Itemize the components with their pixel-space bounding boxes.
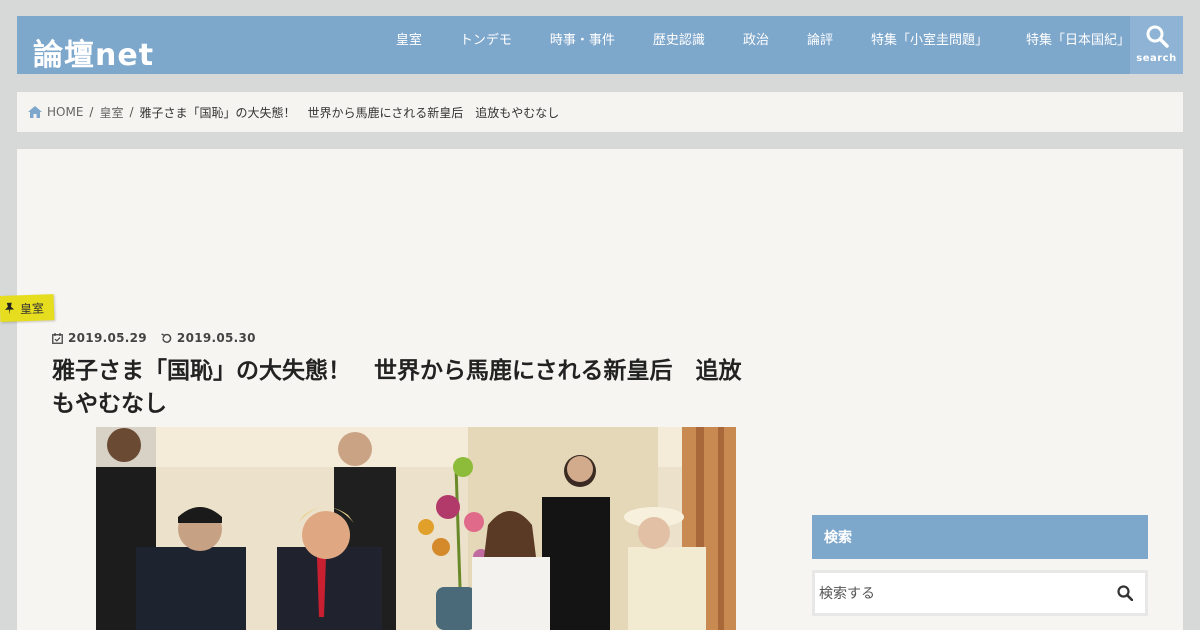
nav-item-imperial[interactable]: 皇室	[396, 29, 422, 48]
pin-icon	[4, 302, 15, 315]
site-header: 論壇net 皇室 トンデモ 時事・事件 歴史認識 政治 論評 特集「小室圭問題」…	[17, 16, 1183, 74]
category-tag[interactable]: 皇室	[0, 294, 55, 322]
breadcrumb: HOME / 皇室 / 雅子さま「国恥」の大失態！ 世界から馬鹿にされる新皇后 …	[17, 92, 1183, 132]
breadcrumb-category[interactable]: 皇室	[99, 104, 123, 121]
breadcrumb-separator: /	[89, 105, 94, 119]
nav-item-commentary[interactable]: 論評	[807, 29, 833, 48]
sidebar-search-input[interactable]	[819, 581, 1099, 607]
breadcrumb-current: 雅子さま「国恥」の大失態！ 世界から馬鹿にされる新皇后 追放もやむなし	[139, 105, 560, 120]
article-title: 雅子さま「国恥」の大失態！ 世界から馬鹿にされる新皇后 追放もやむなし	[52, 358, 742, 417]
sidebar-search-box	[812, 570, 1148, 616]
refresh-icon	[161, 332, 172, 344]
breadcrumb-home[interactable]: HOME	[47, 105, 83, 119]
published-date: 2019.05.29	[68, 331, 147, 345]
article-dates: 2019.05.29 2019.05.30	[52, 331, 270, 345]
search-icon	[1146, 25, 1169, 48]
nav-item-news[interactable]: 時事・事件	[550, 29, 615, 48]
nav-item-tondemo[interactable]: トンデモ	[460, 29, 512, 48]
site-logo[interactable]: 論壇net	[33, 30, 154, 74]
home-icon[interactable]	[28, 106, 42, 118]
nav-item-feature-komuro[interactable]: 特集「小室圭問題」	[871, 29, 988, 48]
featured-image	[96, 427, 736, 630]
breadcrumb-separator: /	[129, 105, 134, 119]
header-search-button[interactable]: search	[1130, 16, 1183, 74]
updated-date: 2019.05.30	[176, 331, 256, 345]
main-nav: 皇室 トンデモ 時事・事件 歴史認識 政治 論評 特集「小室圭問題」 特集「日本…	[396, 16, 1130, 60]
nav-item-politics[interactable]: 政治	[743, 29, 769, 48]
nav-item-feature-kokki[interactable]: 特集「日本国紀」	[1026, 29, 1130, 48]
sidebar-search-heading: 検索	[812, 515, 1148, 559]
calendar-icon	[52, 332, 63, 344]
search-label: search	[1136, 53, 1177, 64]
category-tag-label: 皇室	[19, 300, 45, 316]
search-icon[interactable]	[1117, 585, 1134, 605]
nav-item-history[interactable]: 歴史認識	[653, 29, 705, 48]
